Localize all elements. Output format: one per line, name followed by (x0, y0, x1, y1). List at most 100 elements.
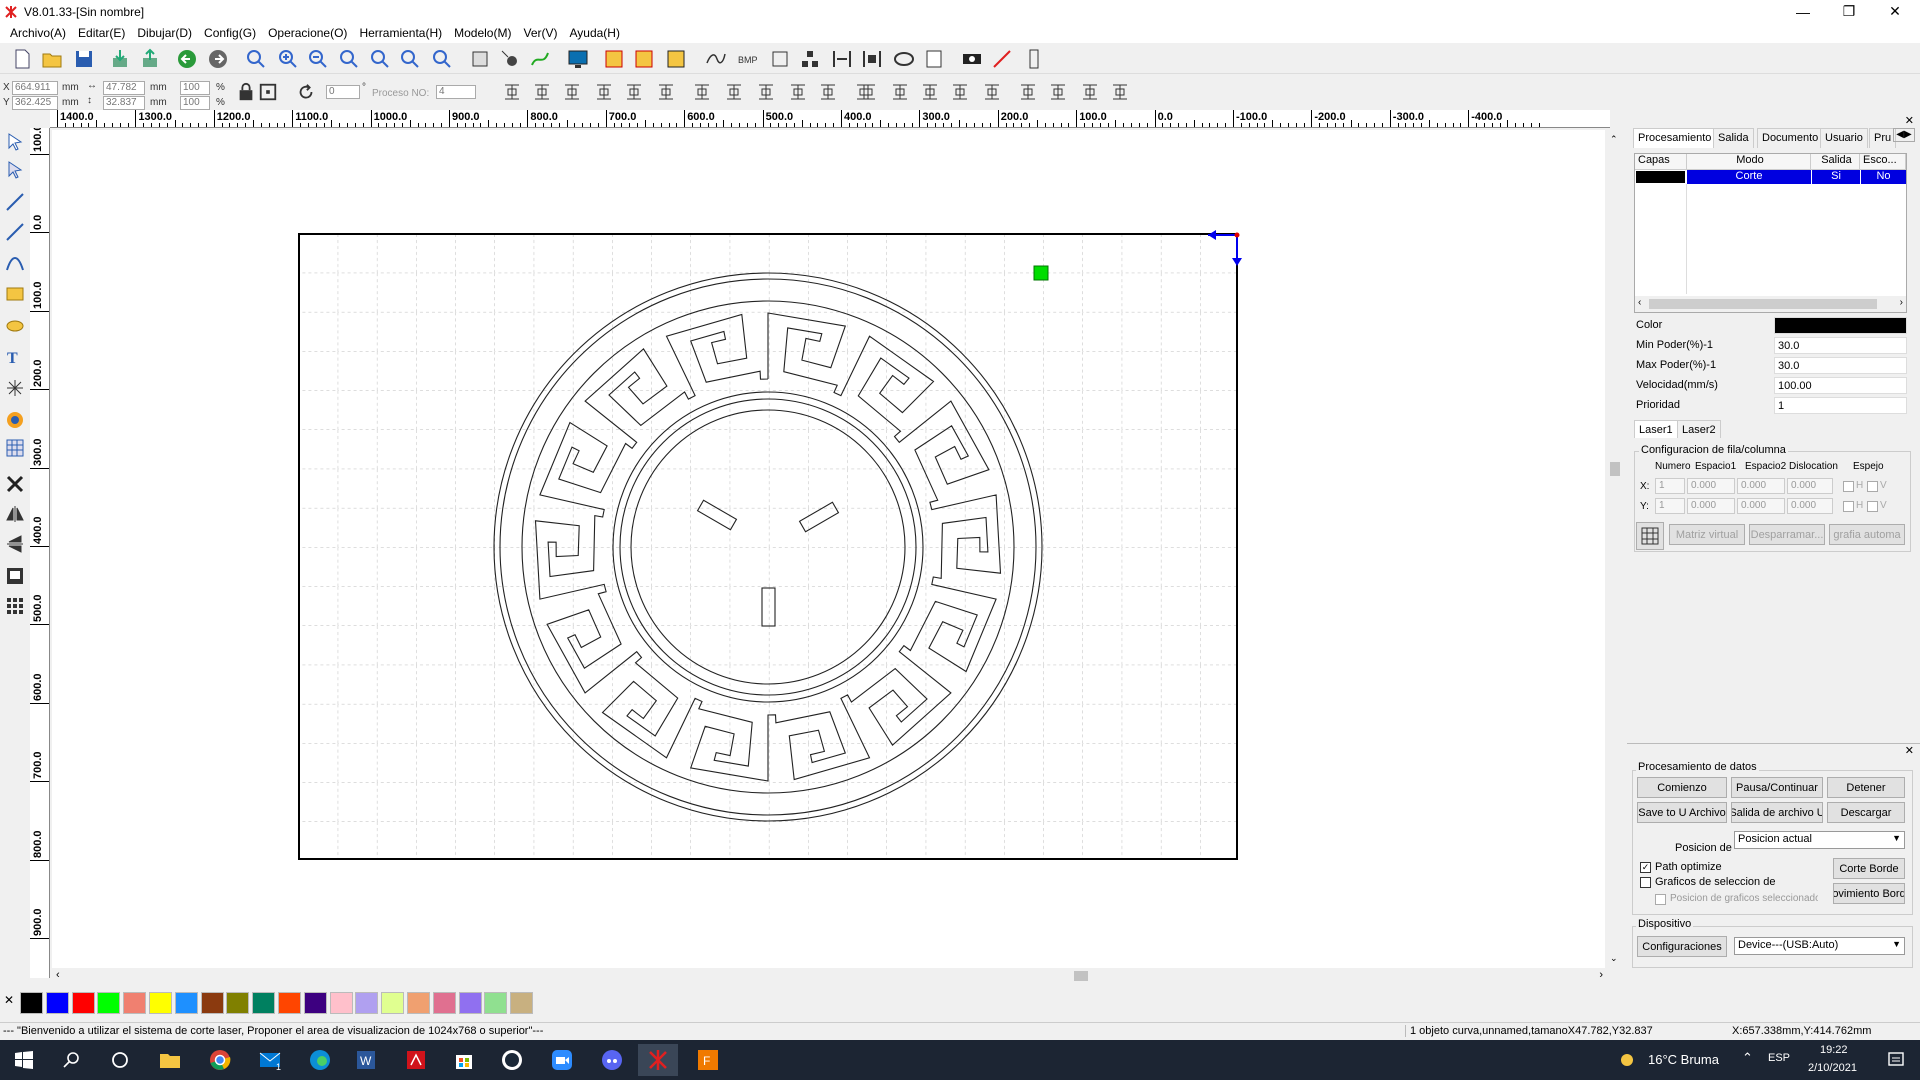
prop-min-power-value[interactable]: 30.0 (1774, 337, 1907, 354)
mail-icon[interactable] (892, 47, 916, 71)
notifications-icon[interactable] (1876, 1044, 1916, 1076)
pause-continue-button[interactable]: Pausa/Continuar (1731, 777, 1823, 798)
prop-priority-value[interactable]: 1 (1774, 397, 1907, 414)
array-y-space1[interactable]: 0.000 (1687, 498, 1735, 514)
zoom-page-icon[interactable] (398, 47, 422, 71)
virtual-array-button[interactable]: Matriz virtual (1669, 524, 1745, 545)
mirror-v-icon[interactable] (3, 532, 27, 556)
tab-laser2[interactable]: Laser2 (1677, 420, 1721, 438)
menu-dibujar[interactable]: Dibujar(D) (131, 26, 198, 40)
mail-app-icon[interactable]: 1 (250, 1044, 290, 1076)
cut-border-button[interactable]: Corte Borde (1833, 858, 1905, 879)
palette-swatch[interactable] (278, 992, 301, 1014)
path-optimize-checkbox[interactable]: ✓ (1640, 862, 1651, 873)
delete-x-icon[interactable] (3, 472, 27, 496)
import-icon[interactable] (108, 47, 132, 71)
position-select[interactable]: Posicion actual ▼ (1734, 831, 1905, 849)
open-file-icon[interactable] (40, 47, 64, 71)
h-space-right-icon[interactable] (1046, 80, 1070, 104)
menu-herramienta[interactable]: Herramienta(H) (353, 26, 448, 40)
palette-swatch[interactable] (329, 992, 353, 1014)
mirror-h-icon[interactable] (3, 502, 27, 526)
undo-icon[interactable] (175, 47, 199, 71)
palette-swatch[interactable] (355, 992, 379, 1014)
weather-icon[interactable] (1608, 1044, 1648, 1076)
prop-color-value[interactable] (1774, 317, 1907, 334)
prop-priority-row[interactable]: Prioridad 1 (1634, 397, 1907, 415)
palette-swatch[interactable] (20, 992, 43, 1014)
language-indicator[interactable]: ESP (1768, 1052, 1790, 1064)
array-x-count[interactable]: 1 (1655, 478, 1685, 494)
palette-swatch[interactable] (381, 992, 405, 1014)
h-space-icon[interactable] (1016, 80, 1040, 104)
menu-modelo[interactable]: Modelo(M) (448, 26, 517, 40)
palette-swatch[interactable] (510, 992, 534, 1014)
scale-y-field[interactable]: 100 (180, 96, 210, 110)
tab-laser1[interactable]: Laser1 (1634, 420, 1678, 438)
acrobat-icon[interactable] (396, 1044, 436, 1076)
canvas-horizontal-scrollbar[interactable]: ‹ › (52, 968, 1607, 984)
task-view-icon[interactable] (100, 1044, 140, 1076)
redo-icon[interactable] (206, 47, 230, 71)
search-icon[interactable] (52, 1044, 92, 1076)
layer-mode-cell[interactable]: Corte (1687, 170, 1811, 184)
download-button[interactable]: Descargar (1827, 802, 1905, 823)
weather-text[interactable]: 16°C Bruma (1648, 1052, 1719, 1067)
ellipse-icon[interactable] (3, 314, 27, 338)
align-center-icon[interactable] (860, 47, 884, 71)
word-icon[interactable]: W (346, 1044, 386, 1076)
drawing-canvas[interactable] (52, 130, 1605, 968)
array-x-mirror-h-checkbox[interactable] (1843, 481, 1854, 492)
orange-app-icon[interactable]: F (688, 1044, 728, 1076)
zoom-app-icon[interactable] (542, 1044, 582, 1076)
palette-swatch[interactable] (174, 992, 198, 1014)
device-config-button[interactable]: Configuraciones (1637, 936, 1727, 957)
prop-min-power-row[interactable]: Min Poder(%)-1 30.0 (1634, 337, 1907, 355)
device-select[interactable]: Device---(USB:Auto) ▼ (1734, 937, 1905, 955)
chrome-icon[interactable] (200, 1044, 240, 1076)
steam-icon[interactable] (492, 1044, 532, 1076)
v-top-icon[interactable] (1078, 80, 1102, 104)
laser-point-icon[interactable] (3, 376, 27, 400)
bmp-icon[interactable]: BMP (736, 47, 760, 71)
prop-color-row[interactable]: Color (1634, 317, 1907, 335)
layer-hide-cell[interactable]: No (1860, 170, 1906, 184)
node-join-icon[interactable] (632, 47, 656, 71)
align-top-icon[interactable] (560, 80, 584, 104)
ruler-icon[interactable] (1022, 47, 1046, 71)
grid-fill-icon[interactable] (3, 436, 27, 460)
array-grid-button[interactable] (1636, 522, 1664, 550)
new-file-icon[interactable] (10, 47, 34, 71)
layer-output-cell[interactable]: Si (1811, 170, 1860, 184)
prop-speed-row[interactable]: Velocidad(mm/s) 100.00 (1634, 377, 1907, 395)
laser-app-taskbar-icon[interactable] (638, 1044, 678, 1076)
close-window-button[interactable]: ✕ (1872, 0, 1918, 23)
text-icon[interactable]: T (3, 344, 27, 368)
top-right-corner-icon[interactable] (888, 80, 912, 104)
node-edit-icon[interactable] (602, 47, 626, 71)
palette-swatch[interactable] (123, 992, 147, 1014)
laser-head-marker[interactable] (1033, 265, 1049, 281)
panel-close-icon[interactable]: ✕ (1905, 114, 1914, 127)
prop-speed-value[interactable]: 100.00 (1774, 377, 1907, 394)
array-y-mirror-h-checkbox[interactable] (1843, 501, 1854, 512)
palette-swatch[interactable] (149, 992, 172, 1014)
menu-ayuda[interactable]: Ayuda(H) (564, 26, 626, 40)
bitmap-image-icon[interactable] (3, 408, 27, 432)
array-y-count[interactable]: 1 (1655, 498, 1685, 514)
palette-swatch[interactable] (407, 992, 430, 1014)
select-arrow-icon[interactable] (3, 130, 27, 154)
move-border-button[interactable]: ovimiento Bord (1833, 883, 1905, 904)
align-h-icon[interactable] (830, 47, 854, 71)
minimize-button[interactable]: — (1780, 0, 1826, 23)
stop-button[interactable]: Detener (1827, 777, 1905, 798)
windows-start-icon[interactable] (4, 1044, 44, 1076)
palette-swatch[interactable] (97, 992, 121, 1014)
array-icon[interactable] (3, 594, 27, 618)
anchor-icon[interactable] (258, 82, 278, 102)
layer-hscrollbar[interactable]: ‹ › (1635, 296, 1906, 312)
curve-icon[interactable] (3, 250, 27, 274)
align-left-icon[interactable] (500, 80, 524, 104)
align-hcenter-icon[interactable] (622, 80, 646, 104)
zoom-in-icon[interactable] (244, 47, 268, 71)
